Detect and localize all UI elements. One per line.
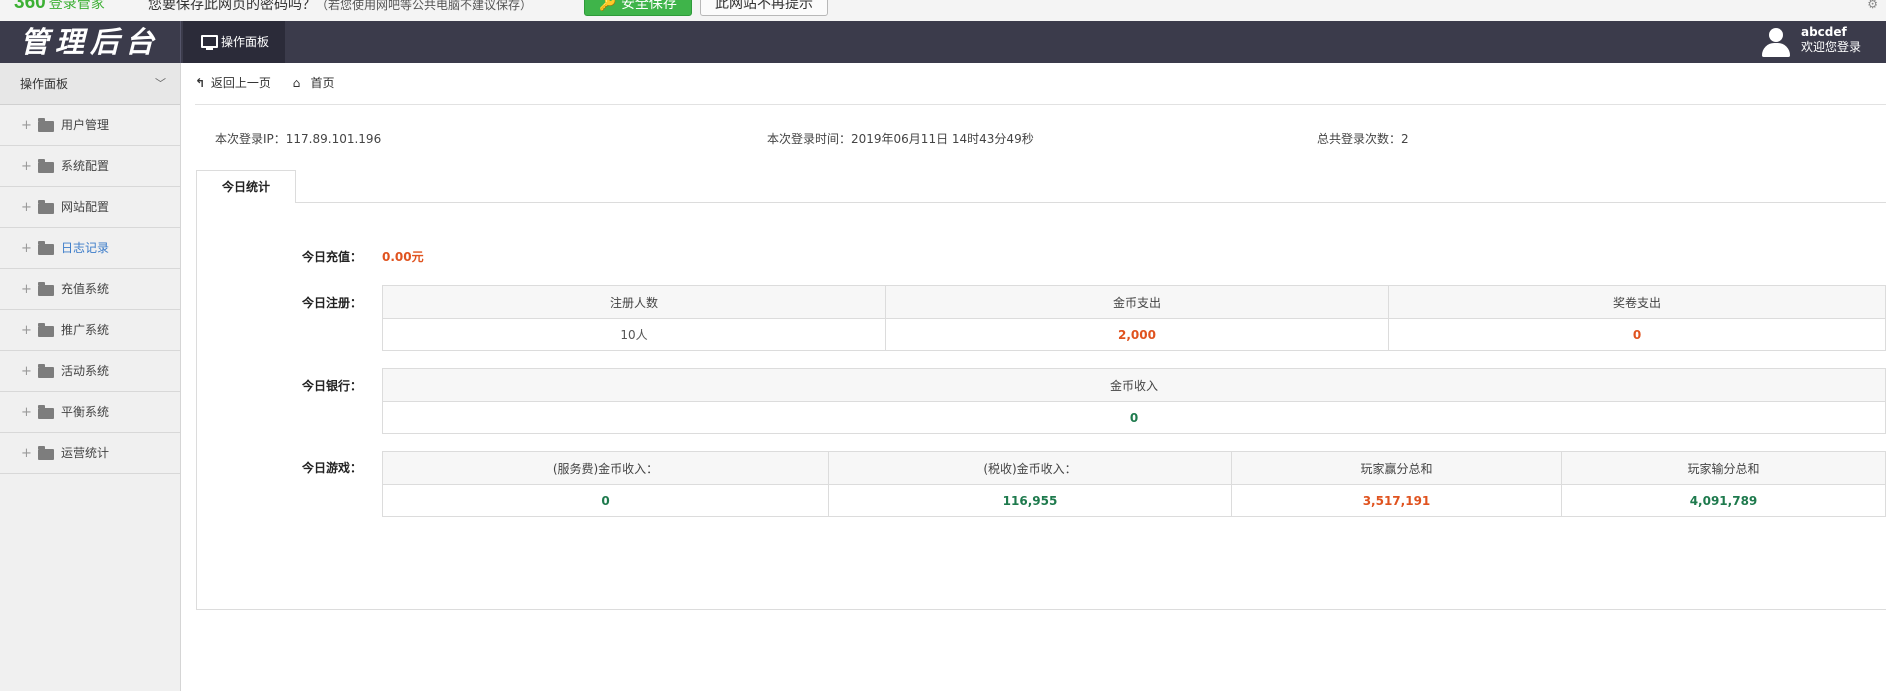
game-label: 今日游戏： (302, 461, 363, 475)
header-tab-label: 操作面板 (221, 35, 270, 49)
never-prompt-button[interactable]: 此网站不再提示 (700, 0, 828, 16)
folder-icon (38, 241, 54, 255)
coin-expense-value: 2,000 (885, 318, 1389, 351)
folder-icon (38, 200, 54, 214)
tab-today-stats[interactable]: 今日统计 (196, 170, 296, 203)
bank-label: 今日银行： (302, 379, 363, 393)
sidebar-item-label: 推广系统 (61, 323, 110, 337)
folder-icon (38, 282, 54, 296)
sidebar-item-label: 活动系统 (61, 364, 110, 378)
game-table: (服务费)金币收入： (税收)金币收入： 玩家赢分总和 玩家输分总和 0 116… (382, 451, 1886, 517)
table-header-cell: (服务费)金币收入： (382, 451, 829, 485)
sidebar-item-label: 系统配置 (61, 159, 110, 173)
recharge-value: 0.00元 (382, 250, 424, 264)
main-content: ↰ 返回上一页 ⌂ 首页 本次登录IP：117.89.101.196 本次登录时… (181, 63, 1886, 691)
table-header-cell: 玩家赢分总和 (1231, 451, 1562, 485)
password-save-bar: 360 登录管家 您要保存此网页的密码吗？（若您使用网吧等公共电脑不建议保存） 🔑… (0, 0, 1886, 22)
expand-icon[interactable]: + (21, 392, 32, 433)
brand-logo: 360 登录管家 (14, 0, 105, 13)
tab-bar: 今日统计 (196, 170, 1886, 203)
register-table: 注册人数 金币支出 奖卷支出 10人 2,000 0 (382, 285, 1886, 351)
folder-icon (38, 446, 54, 460)
expand-icon[interactable]: + (21, 310, 32, 351)
sidebar-item-label: 平衡系统 (61, 405, 110, 419)
folder-icon (38, 323, 54, 337)
back-link[interactable]: ↰ 返回上一页 (195, 76, 271, 90)
table-row: 0 116,955 3,517,191 4,091,789 (382, 484, 1886, 517)
sidebar-item-label: 日志记录 (61, 241, 110, 255)
user-info[interactable]: abcdef 欢迎您登录 (1761, 25, 1861, 59)
sidebar-item-user-management[interactable]: + 用户管理 (0, 105, 180, 146)
recharge-label: 今日充值： (302, 250, 363, 264)
monitor-icon (201, 35, 218, 50)
table-header-cell: 玩家输分总和 (1561, 451, 1886, 485)
back-arrow-icon: ↰ (195, 76, 206, 90)
login-count: 总共登录次数：2 (1317, 132, 1409, 146)
player-loss-total-value: 4,091,789 (1561, 484, 1886, 517)
user-avatar-icon (1761, 28, 1791, 58)
sidebar-item-label: 运营统计 (61, 446, 110, 460)
expand-icon[interactable]: + (21, 433, 32, 474)
sidebar-item-label: 网站配置 (61, 200, 110, 214)
player-win-total-value: 3,517,191 (1231, 484, 1562, 517)
app-logo: 管理后台 (0, 21, 181, 63)
table-header-cell: 金币支出 (885, 285, 1389, 319)
folder-icon (38, 159, 54, 173)
folder-icon (38, 118, 54, 132)
sidebar-item-label: 用户管理 (61, 118, 110, 132)
sidebar-item-site-config[interactable]: + 网站配置 (0, 187, 180, 228)
table-header-cell: 注册人数 (382, 285, 886, 319)
sidebar-title: 操作面板 (20, 77, 69, 91)
ticket-expense-value: 0 (1388, 318, 1886, 351)
table-header-cell: (税收)金币收入： (828, 451, 1232, 485)
sidebar-item-activity[interactable]: + 活动系统 (0, 351, 180, 392)
divider (195, 104, 1886, 105)
table-row: 10人 2,000 0 (382, 318, 1886, 351)
expand-icon[interactable]: + (21, 105, 32, 146)
username: abcdef (1800, 25, 1847, 39)
save-password-prompt: 您要保存此网页的密码吗？（若您使用网吧等公共电脑不建议保存） (148, 0, 533, 13)
sidebar-item-balance[interactable]: + 平衡系统 (0, 392, 180, 433)
sidebar-item-logs[interactable]: + 日志记录 (0, 228, 180, 269)
bank-table: 金币收入 0 (382, 368, 1886, 434)
sidebar-item-label: 充值系统 (61, 282, 110, 296)
expand-icon[interactable]: + (21, 269, 32, 310)
expand-icon[interactable]: + (21, 187, 32, 228)
table-header-cell: 奖卷支出 (1388, 285, 1886, 319)
welcome-text: 欢迎您登录 (1800, 40, 1861, 54)
table-header-cell: 金币收入 (382, 368, 1886, 402)
sidebar: 操作面板 ﹀ + 用户管理 + 系统配置 + 网站配置 + 日志记录 + 充值系… (0, 63, 181, 691)
folder-icon (38, 405, 54, 419)
login-ip: 本次登录IP：117.89.101.196 (215, 132, 382, 146)
coin-income-value: 0 (382, 401, 1886, 434)
register-label: 今日注册： (302, 296, 363, 310)
service-fee-income-value: 0 (382, 484, 829, 517)
register-count-value: 10人 (382, 318, 886, 351)
sidebar-item-recharge[interactable]: + 充值系统 (0, 269, 180, 310)
sidebar-header[interactable]: 操作面板 ﹀ (0, 63, 180, 105)
table-row: 0 (382, 401, 1886, 434)
table-header-row: 注册人数 金币支出 奖卷支出 (382, 285, 1886, 319)
sidebar-item-operations[interactable]: + 运营统计 (0, 433, 180, 474)
expand-icon[interactable]: + (21, 228, 32, 269)
gear-icon[interactable]: ⚙ (1867, 0, 1878, 11)
folder-icon (38, 364, 54, 378)
home-link[interactable]: ⌂ 首页 (275, 76, 335, 90)
save-password-note: （若您使用网吧等公共电脑不建议保存） (316, 0, 533, 12)
table-header-row: 金币收入 (382, 368, 1886, 402)
breadcrumb: ↰ 返回上一页 ⌂ 首页 (195, 63, 335, 103)
login-time: 本次登录时间：2019年06月11日 14时43分49秒 (767, 132, 1034, 146)
top-header: 管理后台 操作面板 abcdef 欢迎您登录 (0, 21, 1886, 63)
expand-icon[interactable]: + (21, 351, 32, 392)
sidebar-item-promotion[interactable]: + 推广系统 (0, 310, 180, 351)
tax-income-value: 116,955 (828, 484, 1232, 517)
expand-icon[interactable]: + (21, 146, 32, 187)
sidebar-item-system-config[interactable]: + 系统配置 (0, 146, 180, 187)
chevron-down-icon[interactable]: ﹀ (155, 63, 166, 105)
save-password-button[interactable]: 🔑 安全保存 (584, 0, 692, 16)
header-tab-dashboard[interactable]: 操作面板 (183, 21, 285, 63)
home-icon: ⌂ (292, 76, 301, 90)
table-header-row: (服务费)金币收入： (税收)金币收入： 玩家赢分总和 玩家输分总和 (382, 451, 1886, 485)
